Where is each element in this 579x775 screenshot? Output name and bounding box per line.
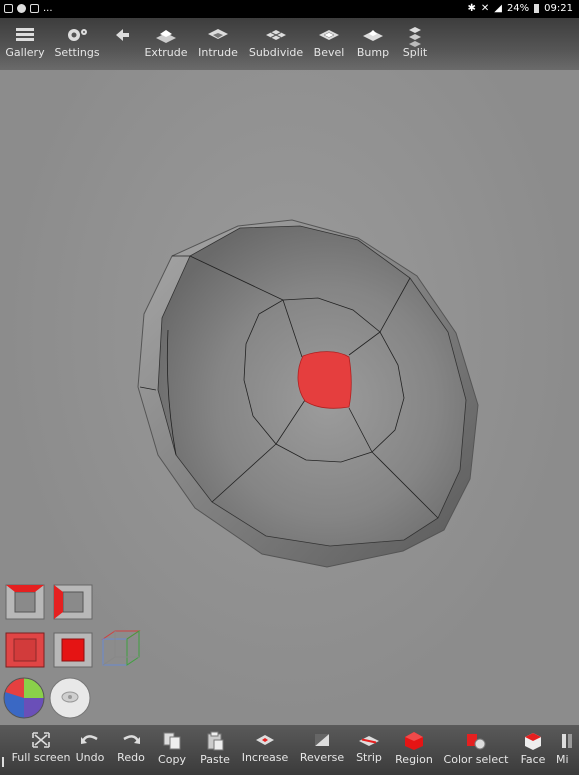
edge-select-icon xyxy=(5,584,45,620)
material-sphere-icon xyxy=(49,677,91,719)
increase-button[interactable]: Increase xyxy=(242,725,288,775)
face-select-icon xyxy=(5,632,45,668)
battery-percent: 24% xyxy=(506,3,530,14)
gallery-button[interactable]: Gallery xyxy=(5,18,45,70)
bump-icon xyxy=(363,30,383,41)
bevel-icon xyxy=(319,30,339,40)
reverse-icon xyxy=(315,734,329,746)
mute-icon: ✕ xyxy=(480,3,490,14)
message-notification-icon xyxy=(30,4,39,13)
color-sphere-icon xyxy=(3,677,45,719)
gallery-notification-icon xyxy=(4,4,13,13)
redo-button[interactable]: Redo xyxy=(114,725,148,775)
wireframe-cube-icon xyxy=(101,630,141,666)
strip-icon xyxy=(359,736,379,746)
split-icon xyxy=(409,27,421,47)
color-select-icon xyxy=(467,734,486,750)
region-button[interactable]: Region xyxy=(394,725,434,775)
paste-button[interactable]: Paste xyxy=(198,725,232,775)
3d-viewport[interactable] xyxy=(0,70,579,725)
gear-icon xyxy=(68,29,87,41)
scroll-edge-indicator xyxy=(2,757,4,767)
face-button[interactable]: Face xyxy=(516,725,550,775)
strip-button[interactable]: Strip xyxy=(354,725,384,775)
material-sphere-button[interactable] xyxy=(48,676,92,724)
intrude-button[interactable]: Intrude xyxy=(196,18,240,70)
fullscreen-button[interactable]: Full screen xyxy=(12,725,70,775)
selected-face[interactable] xyxy=(297,351,352,409)
reverse-button[interactable]: Reverse xyxy=(300,725,344,775)
color-select-button[interactable]: Color select xyxy=(444,725,508,775)
bottom-toolbar: Full screen Undo Redo Copy Paste Increas… xyxy=(0,725,579,775)
back-button[interactable] xyxy=(110,18,134,70)
top-toolbar: Gallery Settings Extrude Intrude Subdivi… xyxy=(0,18,579,70)
intrude-icon xyxy=(208,29,228,39)
copy-icon xyxy=(163,732,181,750)
increase-icon xyxy=(256,735,274,745)
bluetooth-icon: ✱ xyxy=(467,3,476,14)
extrude-icon xyxy=(156,30,176,43)
clock: 09:21 xyxy=(544,3,573,14)
color-sphere-button[interactable] xyxy=(2,676,46,724)
undo-button[interactable]: Undo xyxy=(74,725,106,775)
status-more: ... xyxy=(43,3,53,14)
status-bar: ... ✱ ✕ ◢ 24% 09:21 xyxy=(0,0,579,18)
select-edge-outer-button[interactable] xyxy=(5,584,45,624)
settings-button[interactable]: Settings xyxy=(54,18,100,70)
notification-icon xyxy=(17,4,26,13)
select-edge-inner-button[interactable] xyxy=(53,584,93,624)
signal-icon: ◢ xyxy=(494,3,502,14)
redo-icon xyxy=(123,735,140,744)
split-button[interactable]: Split xyxy=(398,18,432,70)
bump-button[interactable]: Bump xyxy=(354,18,392,70)
inner-face-select-icon xyxy=(53,632,93,668)
mirror-icon xyxy=(562,734,572,748)
paste-icon xyxy=(207,731,224,751)
fullscreen-icon xyxy=(32,732,50,748)
extrude-button[interactable]: Extrude xyxy=(144,18,188,70)
gallery-icon xyxy=(16,28,34,41)
back-arrow-icon xyxy=(116,29,129,41)
battery-icon xyxy=(534,4,540,13)
edge-side-select-icon xyxy=(53,584,93,620)
copy-button[interactable]: Copy xyxy=(156,725,188,775)
face-icon xyxy=(525,733,541,750)
select-face-button[interactable] xyxy=(5,632,45,672)
wireframe-toggle-button[interactable] xyxy=(99,627,143,677)
undo-icon xyxy=(81,735,98,744)
select-inner-face-button[interactable] xyxy=(53,632,93,672)
subdivide-button[interactable]: Subdivide xyxy=(248,18,304,70)
bevel-button[interactable]: Bevel xyxy=(310,18,348,70)
mirror-button[interactable]: Mi xyxy=(556,725,579,775)
subdivide-icon xyxy=(266,30,286,40)
mesh-canvas[interactable] xyxy=(0,70,579,725)
region-icon xyxy=(405,732,423,750)
